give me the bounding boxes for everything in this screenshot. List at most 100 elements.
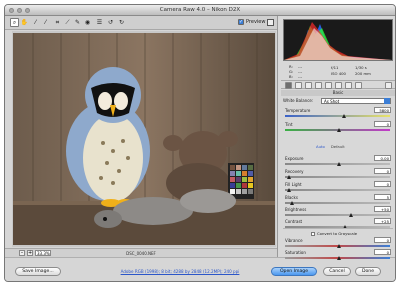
presets-tab-icon[interactable]: [355, 82, 362, 89]
slider-label: Temperature: [285, 108, 311, 113]
close-window-button[interactable]: [9, 8, 14, 13]
camera-raw-window: Camera Raw 4.0 – Nikon D2X ⌕ ✋ ⁄ ⁄ ⌗ ⟋ ✎…: [4, 4, 396, 282]
slider-thumb[interactable]: [290, 201, 295, 205]
slider-value-field[interactable]: 5800: [374, 107, 391, 113]
workflow-options-link[interactable]: Adobe RGB (1998); 8 bit; 4288 by 2848 (1…: [105, 269, 255, 274]
slider-label: Blacks: [285, 195, 298, 200]
panel-menu-icon[interactable]: [385, 82, 392, 89]
slider-row: Contrast +25: [283, 218, 393, 231]
slider-track[interactable]: [285, 176, 390, 178]
slider-thumb[interactable]: [336, 162, 341, 166]
slider-thumb[interactable]: [336, 256, 341, 260]
slider-row: Tint 0: [283, 121, 393, 134]
camera-calibration-tab-icon[interactable]: [345, 82, 352, 89]
slider-thumb[interactable]: [336, 244, 341, 248]
window-title: Camera Raw 4.0 – Nikon D2X: [159, 7, 241, 13]
slider-label: Tint: [285, 122, 293, 127]
hand-icon[interactable]: ✋: [20, 18, 29, 27]
detail-tab-icon[interactable]: [305, 82, 312, 89]
slider-thumb[interactable]: [348, 213, 353, 217]
spot-removal-icon[interactable]: ✎: [73, 18, 82, 27]
color-sampler-icon[interactable]: ⁄: [41, 18, 50, 27]
slider-row: Fill Light 0: [283, 181, 393, 194]
slider-label: Saturation: [285, 250, 306, 255]
lens-corrections-tab-icon[interactable]: [335, 82, 342, 89]
slider-label: Brightness: [285, 207, 307, 212]
slider-label: Exposure: [285, 156, 304, 161]
tone-curve-tab-icon[interactable]: [295, 82, 302, 89]
window-controls: [9, 8, 30, 13]
shutter-value: 1/30 s: [355, 65, 367, 70]
blue-label: B:: [289, 74, 293, 79]
slider-thumb[interactable]: [287, 175, 292, 179]
slider-track[interactable]: [285, 189, 390, 191]
slider-value-field[interactable]: 0: [374, 237, 391, 243]
blue-value: ---: [298, 74, 303, 79]
default-link[interactable]: Default: [331, 144, 345, 149]
slider-track[interactable]: [285, 202, 390, 204]
open-image-button[interactable]: Open Image: [271, 267, 317, 276]
slider-label: Contrast: [285, 219, 303, 224]
zoom-window-button[interactable]: [25, 8, 30, 13]
slider-value-field[interactable]: 0: [374, 121, 391, 127]
crop-icon[interactable]: ⌗: [53, 18, 62, 27]
white-balance-select[interactable]: As Shot: [321, 98, 391, 104]
basic-tab-icon[interactable]: [285, 82, 292, 89]
cancel-button[interactable]: Cancel: [323, 267, 351, 276]
slider-thumb[interactable]: [336, 128, 341, 132]
grayscale-toggle[interactable]: Convert to Grayscale: [311, 231, 357, 236]
slider-row: Exposure 0.00: [283, 155, 393, 168]
preview-checkbox[interactable]: ✓: [238, 19, 244, 25]
preview-label: Preview: [246, 19, 266, 25]
image-filename: DSC_0040.NEF: [126, 251, 156, 256]
histogram-graph: [284, 22, 392, 60]
slider-row: Temperature 5800: [283, 107, 393, 120]
zoom-icon[interactable]: ⌕: [10, 18, 19, 27]
raw-photo: [13, 33, 275, 245]
slider-track[interactable]: [285, 115, 390, 117]
slider-value-field[interactable]: 0.00: [374, 155, 391, 161]
split-toning-tab-icon[interactable]: [325, 82, 332, 89]
hsl-tab-icon[interactable]: [315, 82, 322, 89]
slider-value-field[interactable]: +50: [374, 206, 391, 212]
done-button[interactable]: Done: [355, 267, 381, 276]
red-eye-icon[interactable]: ◉: [83, 18, 92, 27]
rotate-cw-icon[interactable]: ↻: [117, 18, 126, 27]
auto-default-links: Auto Default: [316, 144, 345, 149]
slider-row: Saturation 0: [283, 249, 393, 262]
slider-thumb[interactable]: [341, 114, 346, 118]
preferences-icon[interactable]: ☰: [95, 18, 104, 27]
fullscreen-icon[interactable]: [267, 19, 274, 26]
divider: [283, 228, 393, 229]
aperture-value: f/11: [331, 65, 339, 70]
preview-toggle[interactable]: ✓ Preview: [238, 19, 265, 25]
panel-tabs: [281, 80, 395, 89]
slider-value-field[interactable]: +25: [374, 218, 391, 224]
slider-value-field[interactable]: 5: [374, 194, 391, 200]
slider-value-field[interactable]: 0: [374, 181, 391, 187]
white-balance-value: As Shot: [324, 99, 340, 104]
slider-label: Recovery: [285, 169, 304, 174]
slider-track[interactable]: [285, 214, 390, 216]
save-image-button[interactable]: Save Image...: [15, 267, 61, 276]
preview-status-bar: – + 33.3% DSC_0040.NEF: [5, 248, 277, 257]
slider-value-field[interactable]: 0: [374, 249, 391, 255]
slider-thumb[interactable]: [287, 188, 292, 192]
photo-illustration: [13, 33, 275, 245]
grayscale-checkbox[interactable]: [311, 231, 315, 236]
chevron-down-icon: [384, 98, 390, 104]
slider-row: Recovery 0: [283, 168, 393, 181]
slider-value-field[interactable]: 0: [374, 168, 391, 174]
basic-section-title: Basic: [281, 90, 395, 96]
slider-label: Fill Light: [285, 182, 302, 187]
minimize-window-button[interactable]: [17, 8, 22, 13]
focal-length-value: 200 mm: [355, 71, 371, 76]
auto-link[interactable]: Auto: [316, 144, 325, 149]
white-balance-icon[interactable]: ⁄: [31, 18, 40, 27]
exif-readout: R: G: B: --- --- --- f/11 1/30 s ISO 400…: [283, 63, 393, 79]
rotate-ccw-icon[interactable]: ↺: [106, 18, 115, 27]
grayscale-label: Convert to Grayscale: [317, 231, 358, 236]
tool-bar: ⌕ ✋ ⁄ ⁄ ⌗ ⟋ ✎ ◉ ☰ ↺ ↻ ✓ Preview: [5, 16, 277, 30]
straighten-icon[interactable]: ⟋: [63, 18, 72, 27]
title-bar: Camera Raw 4.0 – Nikon D2X: [5, 5, 395, 16]
